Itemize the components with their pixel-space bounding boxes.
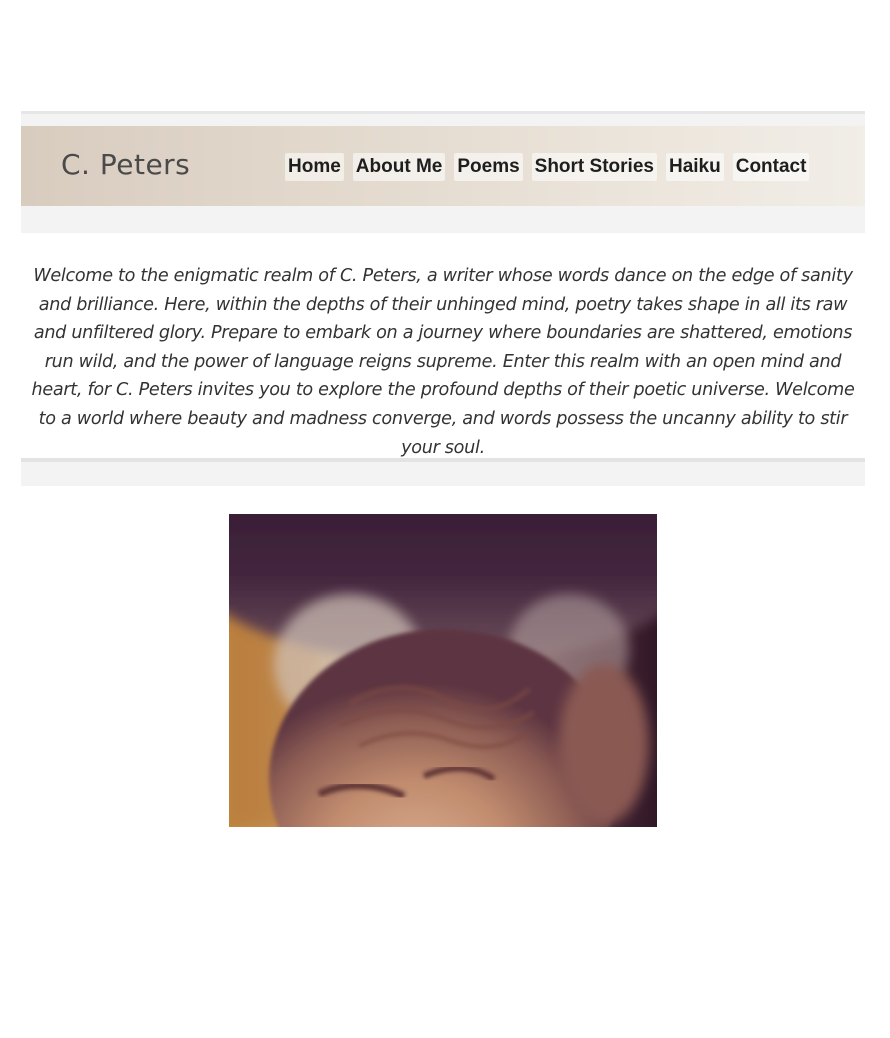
site-header: C. Peters Home About Me Poems Short Stor… (21, 126, 865, 206)
bottom-band (21, 462, 865, 486)
nav-short-stories[interactable]: Short Stories (531, 153, 657, 181)
page: C. Peters Home About Me Poems Short Stor… (0, 0, 890, 1038)
top-band (21, 114, 865, 126)
nav-haiku[interactable]: Haiku (665, 153, 724, 181)
author-photo (229, 514, 657, 827)
intro-paragraph: Welcome to the enigmatic realm of C. Pet… (31, 266, 855, 458)
nav-home[interactable]: Home (285, 153, 344, 181)
site-brand[interactable]: C. Peters (61, 148, 190, 181)
nav-poems[interactable]: Poems (454, 153, 523, 181)
middle-band (21, 206, 865, 233)
main-nav: Home About Me Poems Short Stories Haiku … (285, 153, 810, 181)
nav-about-me[interactable]: About Me (352, 153, 446, 181)
nav-contact[interactable]: Contact (732, 153, 810, 181)
